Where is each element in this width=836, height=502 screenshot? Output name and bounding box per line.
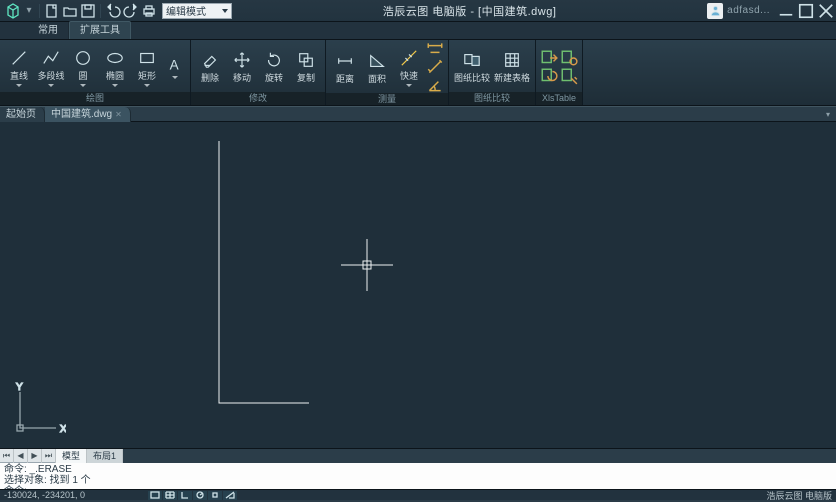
ribbon-group-xlstable: XlsTable <box>536 40 583 105</box>
ellipse-tool[interactable]: 椭圆 <box>100 47 130 87</box>
chevron-down-icon <box>222 9 228 13</box>
compare-tool[interactable]: 图纸比较 <box>453 49 491 84</box>
dim-angular-icon[interactable] <box>426 77 444 93</box>
title-bar: ▾ 编辑模式 浩辰云图 电脑版 - [中国建筑.dwg] adfasd... <box>0 0 836 22</box>
erase-tool[interactable]: 删除 <box>195 49 225 84</box>
xls-settings-icon[interactable] <box>560 68 578 84</box>
file-tab-document[interactable]: 中国建筑.dwg✕ <box>45 107 131 122</box>
svg-text:Y: Y <box>16 382 23 393</box>
text-tool[interactable]: A <box>164 54 186 79</box>
tab-last-icon[interactable]: ⏭ <box>42 449 56 463</box>
move-tool[interactable]: 移动 <box>227 49 257 84</box>
group-label-measure: 测量 <box>326 93 448 105</box>
tab-prev-icon[interactable]: ◀ <box>14 449 28 463</box>
ribbon: 直线 多段线 圆 椭圆 矩形 A 绘图 删除 移动 旋转 复制 修改 距离 面积… <box>0 40 836 106</box>
xls-update-icon[interactable] <box>540 68 558 84</box>
ribbon-group-compare: 图纸比较 新建表格 图纸比较 <box>449 40 536 105</box>
quick-measure-tool[interactable]: 快速 <box>394 47 424 87</box>
save-icon[interactable] <box>80 3 96 19</box>
ortho-toggle[interactable] <box>178 491 192 500</box>
ribbon-tabs: 常用 扩展工具 <box>0 22 836 40</box>
group-label-modify: 修改 <box>191 92 325 105</box>
qat-dropdown[interactable]: ▾ <box>24 3 34 19</box>
line-tool[interactable]: 直线 <box>4 47 34 87</box>
model-tab[interactable]: 模型 <box>56 449 87 463</box>
maximize-button[interactable] <box>796 3 816 19</box>
print-icon[interactable] <box>141 3 157 19</box>
grid-toggle[interactable] <box>163 491 177 500</box>
osnap-toggle[interactable] <box>208 491 222 500</box>
ribbon-group-modify: 删除 移动 旋转 复制 修改 <box>191 40 326 105</box>
dim-aligned-icon[interactable] <box>426 59 444 75</box>
redo-icon[interactable] <box>123 3 139 19</box>
close-button[interactable] <box>816 3 836 19</box>
window-title: 浩辰云图 电脑版 - [中国建筑.dwg] <box>232 3 707 19</box>
svg-text:X: X <box>60 424 66 435</box>
crosshair-cursor <box>341 239 393 291</box>
rect-tool[interactable]: 矩形 <box>132 47 162 87</box>
ucs-icon: X Y <box>10 382 66 438</box>
cmd-history-1: 命令: _.ERASE <box>4 464 832 475</box>
copy-tool[interactable]: 复制 <box>291 49 321 84</box>
open-icon[interactable] <box>62 3 78 19</box>
undo-icon[interactable] <box>105 3 121 19</box>
snap-toggle[interactable] <box>148 491 162 500</box>
group-label-xlstable: XlsTable <box>536 92 582 105</box>
quick-access-toolbar <box>37 3 157 19</box>
coordinates-readout: -130024, -234201, 0 <box>0 490 142 500</box>
window-controls <box>776 3 836 19</box>
status-toggles <box>148 491 237 500</box>
newsheet-tool[interactable]: 新建表格 <box>493 49 531 84</box>
app-logo[interactable] <box>4 2 22 20</box>
group-label-compare: 图纸比较 <box>449 92 535 105</box>
circle-tool[interactable]: 圆 <box>68 47 98 87</box>
rotate-tool[interactable]: 旋转 <box>259 49 289 84</box>
drawing-canvas[interactable]: X Y <box>0 122 836 448</box>
dim-linear-icon[interactable] <box>426 41 444 57</box>
svg-text:A: A <box>170 58 179 73</box>
mode-combo[interactable]: 编辑模式 <box>162 3 232 19</box>
tab-menu-icon[interactable]: ▾ <box>820 110 836 119</box>
tab-extended-tools[interactable]: 扩展工具 <box>69 21 131 39</box>
file-tab-start[interactable]: 起始页 <box>0 107 45 122</box>
xls-link-icon[interactable] <box>560 50 578 66</box>
polar-toggle[interactable] <box>193 491 207 500</box>
cmd-history-2: 选择对象: 找到 1 个 <box>4 475 832 486</box>
ribbon-group-measure: 距离 面积 快速 测量 <box>326 40 449 105</box>
area-tool[interactable]: 面积 <box>362 50 392 85</box>
status-bar: -130024, -234201, 0 浩辰云图 电脑版 <box>0 489 836 500</box>
close-tab-icon[interactable]: ✕ <box>115 107 122 122</box>
file-tab-bar: 起始页 中国建筑.dwg✕ ▾ <box>0 106 836 122</box>
tab-first-icon[interactable]: ⏮ <box>0 449 14 463</box>
new-icon[interactable] <box>44 3 60 19</box>
ribbon-group-draw: 直线 多段线 圆 椭圆 矩形 A 绘图 <box>0 40 191 105</box>
distance-tool[interactable]: 距离 <box>330 50 360 85</box>
user-icon <box>707 3 723 19</box>
minimize-button[interactable] <box>776 3 796 19</box>
xls-import-icon[interactable] <box>540 50 558 66</box>
user-area[interactable]: adfasd... <box>707 3 770 19</box>
tab-next-icon[interactable]: ▶ <box>28 449 42 463</box>
otrack-toggle[interactable] <box>223 491 237 500</box>
group-label-draw: 绘图 <box>0 92 190 105</box>
command-line[interactable]: 命令: _.ERASE 选择对象: 找到 1 个 命令: <box>0 462 836 489</box>
mode-label: 编辑模式 <box>166 3 206 18</box>
polyline-tool[interactable]: 多段线 <box>36 47 66 87</box>
user-name: adfasd... <box>727 5 770 16</box>
tab-common[interactable]: 常用 <box>28 22 69 39</box>
model-layout-tabs: ⏮ ◀ ▶ ⏭ 模型 布局1 <box>0 448 836 462</box>
layout1-tab[interactable]: 布局1 <box>87 449 123 463</box>
